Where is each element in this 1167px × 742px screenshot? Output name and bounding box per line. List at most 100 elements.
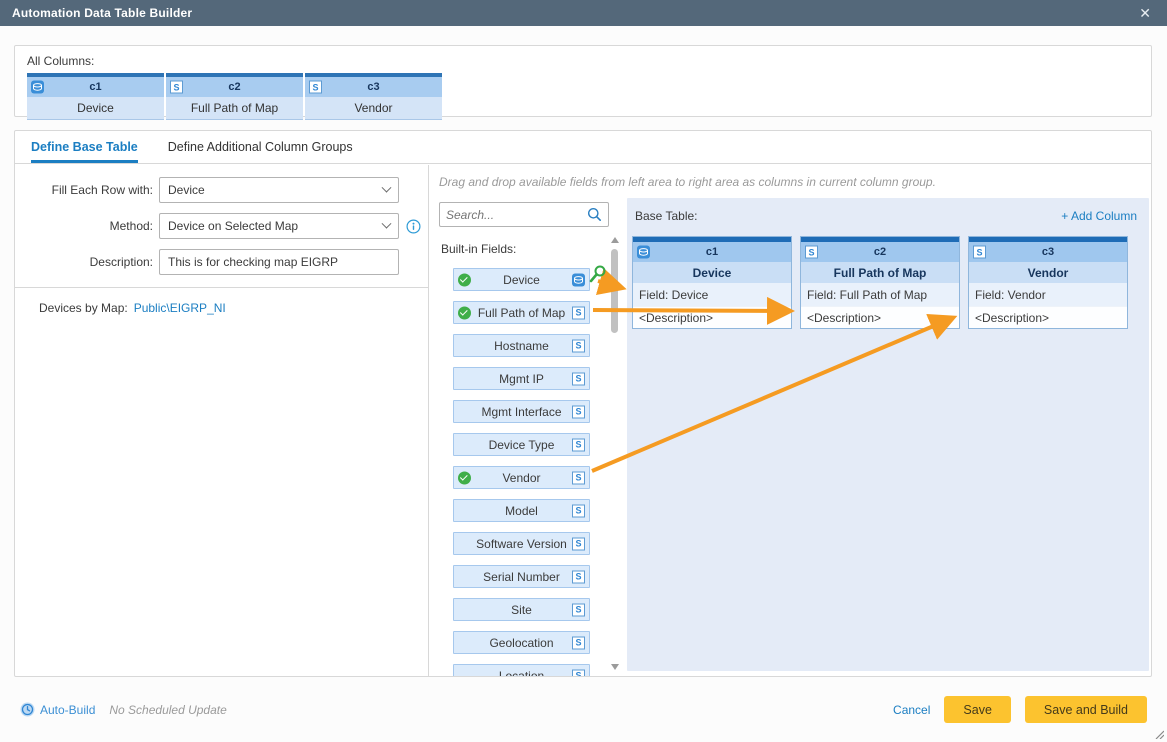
base-table-panel: Base Table: + Add Column c1 Device Fi xyxy=(627,198,1149,671)
field-site[interactable]: Site S xyxy=(453,598,590,621)
scrollbar-thumb[interactable] xyxy=(611,249,618,333)
tab-define-additional-column-groups[interactable]: Define Additional Column Groups xyxy=(168,131,353,163)
string-type-icon: S xyxy=(572,438,585,451)
selected-check-icon xyxy=(458,306,471,319)
search-icon[interactable] xyxy=(587,207,602,222)
automation-data-table-builder-dialog: { "titlebar": { "title": "Automation Dat… xyxy=(0,0,1167,742)
column-name: Device xyxy=(633,262,791,283)
column-name: Vendor xyxy=(305,97,442,119)
column-card-c1[interactable]: c1 Device Field: Device <Description> xyxy=(632,236,792,329)
field-mgmt-ip[interactable]: Mgmt IP S xyxy=(453,367,590,390)
dialog-footer: Auto-Build No Scheduled Update Cancel Sa… xyxy=(0,677,1167,742)
save-and-build-button[interactable]: Save and Build xyxy=(1025,696,1147,723)
field-geolocation[interactable]: Geolocation S xyxy=(453,631,590,654)
fill-each-row-value: Device xyxy=(168,183,205,197)
tab-bar: Define Base Table Define Additional Colu… xyxy=(15,131,1151,164)
drag-drop-hint: Drag and drop available fields from left… xyxy=(439,175,1151,189)
table-definition-section: Define Base Table Define Additional Colu… xyxy=(14,130,1152,677)
column-field[interactable]: Field: Vendor xyxy=(969,283,1127,306)
all-columns-col-c1[interactable]: c1 Device xyxy=(27,73,164,120)
string-type-icon: S xyxy=(309,81,322,94)
string-type-icon: S xyxy=(572,669,585,676)
column-description[interactable]: <Description> xyxy=(633,306,791,328)
string-type-icon: S xyxy=(572,471,585,484)
column-id: c3 xyxy=(367,81,379,93)
column-field[interactable]: Field: Full Path of Map xyxy=(801,283,959,306)
column-name: Device xyxy=(27,97,164,119)
dialog-titlebar: Automation Data Table Builder ✕ xyxy=(0,0,1167,26)
built-in-fields-label: Built-in Fields: xyxy=(441,242,619,256)
column-id: c1 xyxy=(706,246,718,258)
column-name: Full Path of Map xyxy=(801,262,959,283)
scroll-up-arrow-icon[interactable] xyxy=(611,237,619,243)
string-type-icon: S xyxy=(572,306,585,319)
string-type-icon: S xyxy=(170,81,183,94)
info-icon[interactable] xyxy=(406,219,421,234)
divider xyxy=(15,287,428,288)
column-field[interactable]: Field: Device xyxy=(633,283,791,306)
description-field-wrap xyxy=(159,249,399,275)
field-serial-number[interactable]: Serial Number S xyxy=(453,565,590,588)
tab-define-base-table[interactable]: Define Base Table xyxy=(31,131,138,163)
chevron-down-icon xyxy=(382,218,392,228)
string-type-icon: S xyxy=(572,570,585,583)
devices-by-map-link[interactable]: Public\EIGRP_NI xyxy=(134,301,226,315)
string-type-icon: S xyxy=(572,405,585,418)
field-full-path-of-map[interactable]: Full Path of Map S xyxy=(453,301,590,324)
description-label: Description: xyxy=(15,255,159,269)
method-label: Method: xyxy=(15,219,159,233)
field-hostname[interactable]: Hostname S xyxy=(453,334,590,357)
fill-each-row-select[interactable]: Device xyxy=(159,177,399,203)
all-columns-table: c1 Device S c2 Full Path of Map S c3 Ven… xyxy=(27,73,1139,120)
column-id: c2 xyxy=(228,81,240,93)
all-columns-col-c2[interactable]: S c2 Full Path of Map xyxy=(166,73,303,120)
column-name: Vendor xyxy=(969,262,1127,283)
column-id: c3 xyxy=(1042,246,1054,258)
field-mgmt-interface[interactable]: Mgmt Interface S xyxy=(453,400,590,423)
string-type-icon: S xyxy=(572,537,585,550)
column-name: Full Path of Map xyxy=(166,97,303,119)
method-select[interactable]: Device on Selected Map xyxy=(159,213,399,239)
dialog-title: Automation Data Table Builder xyxy=(12,6,192,20)
string-type-icon: S xyxy=(572,339,585,352)
clock-icon xyxy=(20,702,35,717)
save-button[interactable]: Save xyxy=(944,696,1011,723)
base-table-settings-form: Fill Each Row with: Device Method: Devic… xyxy=(15,165,428,676)
device-type-icon xyxy=(637,246,650,259)
string-type-icon: S xyxy=(572,603,585,616)
cancel-button[interactable]: Cancel xyxy=(893,703,930,717)
column-id: c1 xyxy=(89,81,101,93)
base-table-label: Base Table: xyxy=(635,209,698,223)
all-columns-section: All Columns: c1 Device S c2 Full Path of… xyxy=(14,45,1152,117)
all-columns-col-c3[interactable]: S c3 Vendor xyxy=(305,73,442,120)
devices-by-map-label: Devices by Map: xyxy=(39,301,128,315)
field-model[interactable]: Model S xyxy=(453,499,590,522)
column-description[interactable]: <Description> xyxy=(801,306,959,328)
field-software-version[interactable]: Software Version S xyxy=(453,532,590,555)
add-column-button[interactable]: + Add Column xyxy=(1061,209,1137,223)
field-location[interactable]: Location S xyxy=(453,664,590,676)
description-input[interactable] xyxy=(168,255,390,269)
close-icon[interactable]: ✕ xyxy=(1135,6,1155,20)
search-input[interactable] xyxy=(446,208,587,222)
resize-handle[interactable] xyxy=(1154,729,1164,739)
column-card-c2[interactable]: S c2 Full Path of Map Field: Full Path o… xyxy=(800,236,960,329)
column-card-c3[interactable]: S c3 Vendor Field: Vendor <Description> xyxy=(968,236,1128,329)
string-type-icon: S xyxy=(805,246,818,259)
method-value: Device on Selected Map xyxy=(168,219,298,233)
all-columns-label: All Columns: xyxy=(27,54,1139,68)
field-device[interactable]: Device xyxy=(453,268,590,291)
fill-each-row-label: Fill Each Row with: xyxy=(15,183,159,197)
selected-check-icon xyxy=(458,273,471,286)
string-type-icon: S xyxy=(572,372,585,385)
chevron-down-icon xyxy=(382,182,392,192)
auto-build-button[interactable]: Auto-Build xyxy=(20,702,95,717)
field-device-type[interactable]: Device Type S xyxy=(453,433,590,456)
available-fields-panel: Built-in Fields: Device Full Path of Map… xyxy=(439,202,619,676)
scroll-down-arrow-icon[interactable] xyxy=(611,664,619,670)
column-description[interactable]: <Description> xyxy=(969,306,1127,328)
field-vendor[interactable]: Vendor S xyxy=(453,466,590,489)
fields-scrollbar[interactable] xyxy=(610,235,620,672)
string-type-icon: S xyxy=(572,636,585,649)
column-builder-area: Drag and drop available fields from left… xyxy=(428,165,1151,676)
